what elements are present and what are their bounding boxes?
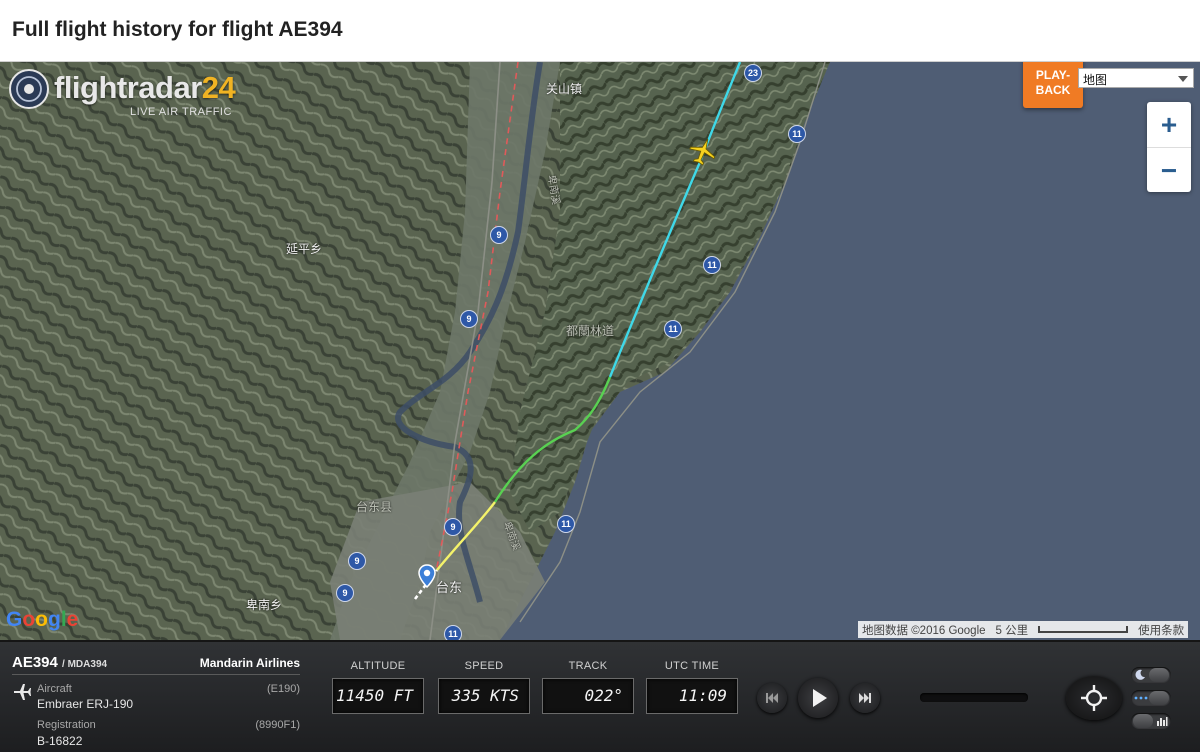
play-button[interactable] [798, 678, 838, 718]
registration-label: Registration [37, 719, 96, 731]
stats-toggle[interactable] [1131, 713, 1171, 729]
rewind-button[interactable] [757, 683, 787, 713]
map-label-yanping: 延平乡 [286, 242, 323, 256]
road-shield: 9 [336, 584, 354, 602]
altitude-value: 11450 FT [332, 678, 424, 714]
map-label-city: 台东 [436, 580, 463, 595]
google-logo: Google [6, 608, 79, 631]
scale-bar [1038, 626, 1129, 633]
time-gauge: UTC TIME 11:09 [646, 660, 738, 714]
page-title: Full flight history for flight AE394 [12, 18, 343, 41]
map-label-forest-road: 都蘭林道 [566, 324, 615, 338]
fast-forward-button[interactable] [850, 683, 880, 713]
playback-button[interactable]: PLAY- BACK [1023, 62, 1083, 108]
flight-info-panel: AE394 / MDA394 Mandarin Airlines Aircraf… [0, 640, 1200, 752]
crosshair-icon [1081, 685, 1107, 711]
road-shield: 9 [490, 226, 508, 244]
track-label: TRACK [568, 660, 608, 672]
radar-icon [9, 69, 49, 109]
play-icon [813, 689, 827, 707]
road-shield: 11 [703, 256, 721, 274]
map-data-credit[interactable]: 地图数据 ©2016 Google [862, 622, 986, 637]
road-shield: 9 [460, 310, 478, 328]
rewind-icon [766, 693, 778, 703]
flight-id: AE394 / MDA394 [12, 654, 108, 671]
aircraft-icon [14, 684, 31, 700]
zoom-in-button[interactable]: + [1147, 102, 1191, 147]
altitude-gauge: ALTITUDE 11450 FT [332, 660, 424, 714]
road-shield: 23 [744, 64, 762, 82]
flight-details: AE394 / MDA394 Mandarin Airlines Aircraf… [0, 642, 310, 752]
center-on-aircraft-button[interactable] [1066, 676, 1122, 720]
toggle-knob [1149, 691, 1169, 705]
divider [12, 674, 300, 675]
road-shield: 11 [788, 125, 806, 143]
road-shield: 9 [444, 518, 462, 536]
registration-code: (8990F1) [255, 719, 300, 731]
aircraft-code: (E190) [266, 683, 300, 695]
bar-chart-icon [1157, 717, 1168, 726]
altitude-label: ALTITUDE [350, 660, 406, 672]
airplane-icon[interactable] [688, 136, 718, 166]
map-type-value: 地图 [1083, 73, 1108, 87]
callsign: / MDA394 [62, 659, 108, 670]
zoom-out-button[interactable]: − [1147, 147, 1191, 192]
toggle-knob [1149, 668, 1169, 682]
flightradar24-logo[interactable]: flightradar24 LIVE AIR TRAFFIC [8, 68, 236, 118]
track-gauge: TRACK 022° [542, 660, 634, 714]
brand-name: flightradar24 [54, 70, 236, 105]
road-shield: 11 [444, 625, 462, 640]
road-shield: 9 [348, 552, 366, 570]
brand-tagline: LIVE AIR TRAFFIC [130, 106, 232, 118]
trail-icon [1134, 696, 1148, 700]
moon-icon [1135, 669, 1145, 680]
map-terrain [0, 62, 1200, 640]
time-label: UTC TIME [664, 660, 720, 672]
playback-progress-track[interactable] [920, 693, 1028, 702]
playback-label-2: BACK [1035, 83, 1071, 97]
map-attribution: 地图数据 ©2016 Google 5 公里 使用条款 [858, 621, 1189, 638]
trail-toggle[interactable] [1131, 690, 1171, 706]
map-label-town: 关山镇 [546, 82, 583, 96]
map-view[interactable]: flightradar24 LIVE AIR TRAFFIC 关山镇 延平乡 都… [0, 62, 1200, 640]
toggle-knob [1133, 714, 1153, 728]
aircraft-value: Embraer ERJ-190 [37, 697, 134, 711]
chevron-down-icon [1178, 76, 1188, 82]
night-mode-toggle[interactable] [1131, 667, 1171, 683]
playback-label-1: PLAY- [1035, 68, 1071, 82]
speed-gauge: SPEED 335 KTS [438, 660, 530, 714]
time-value: 11:09 [646, 678, 738, 714]
registration-value: B-16822 [37, 734, 83, 748]
map-label-beinan: 卑南乡 [246, 598, 283, 612]
track-value: 022° [542, 678, 634, 714]
terms-link[interactable]: 使用条款 [1138, 622, 1184, 637]
aircraft-label: Aircraft [37, 683, 72, 695]
speed-value: 335 KTS [438, 678, 530, 714]
map-label-county: 台东县 [356, 500, 393, 514]
road-shield: 11 [557, 515, 575, 533]
speed-label: SPEED [464, 660, 504, 672]
scale-label: 5 公里 [995, 625, 1029, 637]
flight-history-page: Full flight history for flight AE394 fli… [0, 0, 1200, 752]
fast-forward-icon [859, 693, 871, 703]
title-bar: Full flight history for flight AE394 [0, 0, 1200, 62]
origin-pin-icon[interactable] [418, 564, 436, 588]
airline-name[interactable]: Mandarin Airlines [200, 656, 300, 670]
zoom-control: + − [1147, 102, 1191, 192]
road-shield: 11 [664, 320, 682, 338]
map-type-select[interactable]: 地图 [1078, 68, 1194, 88]
